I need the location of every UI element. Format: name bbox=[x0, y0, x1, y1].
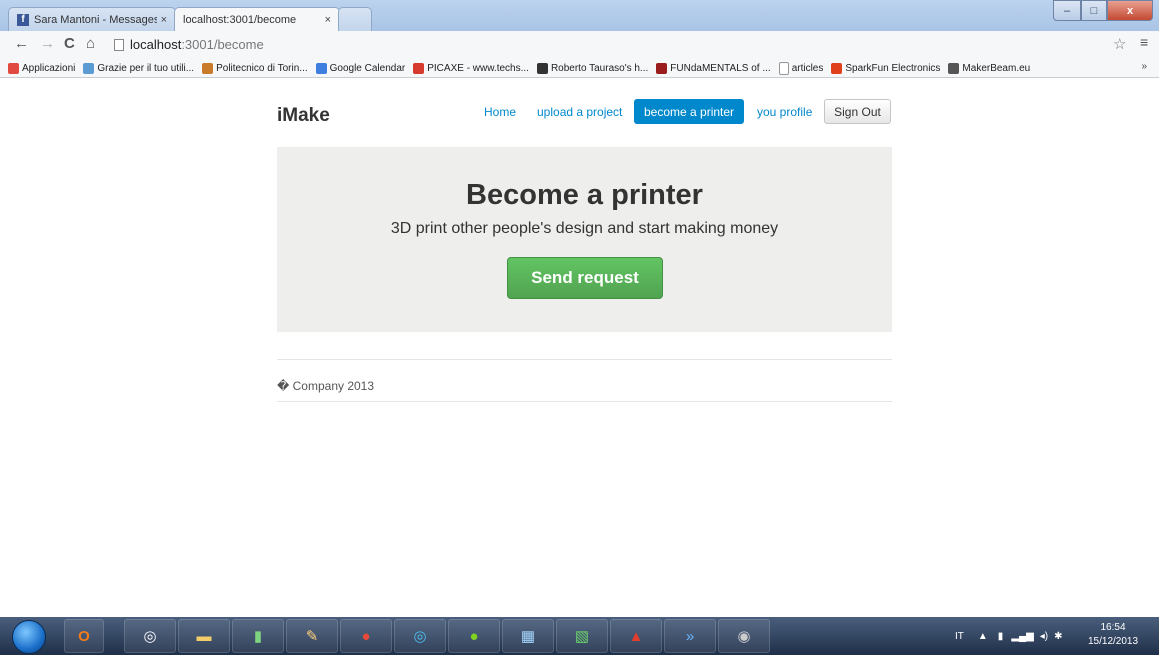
powershell-icon[interactable]: » bbox=[664, 619, 716, 653]
show-hidden-icons-icon[interactable]: ▲ bbox=[978, 631, 988, 642]
explorer-icon[interactable]: ▬ bbox=[178, 619, 230, 653]
spotify-icon[interactable]: ● bbox=[448, 619, 500, 653]
divider bbox=[277, 401, 892, 402]
notepad-icon[interactable]: ▮ bbox=[232, 619, 284, 653]
bookmark-item[interactable]: Google Calendar bbox=[315, 62, 406, 74]
bookmark-icon bbox=[413, 62, 425, 74]
bookmarks-overflow-icon[interactable]: » bbox=[1141, 61, 1147, 72]
close-window-button[interactable]: x bbox=[1107, 0, 1153, 21]
bookmark-label: Politecnico di Torin... bbox=[216, 62, 308, 74]
bookmark-label: Google Calendar bbox=[329, 62, 406, 74]
gimp-icon[interactable]: ◉ bbox=[718, 619, 770, 653]
send-request-button[interactable]: Send request bbox=[507, 257, 663, 299]
bookmark-label: PICAXE - www.techs... bbox=[427, 62, 529, 74]
hero-section: Become a printer 3D print other people's… bbox=[277, 147, 892, 332]
url-host: localhost bbox=[130, 37, 182, 52]
bookmark-item[interactable]: Roberto Tauraso's h... bbox=[536, 62, 649, 74]
sparkfun-icon bbox=[831, 62, 843, 74]
signal-icon[interactable]: ▂▄▆ bbox=[1011, 631, 1033, 642]
office-icon[interactable]: O bbox=[64, 619, 104, 653]
bookmark-label: MakerBeam.eu bbox=[962, 62, 1031, 74]
menu-icon[interactable]: ≡ bbox=[1140, 34, 1148, 50]
bookmark-label: Applicazioni bbox=[22, 62, 76, 74]
browser-toolbar: ← → C ⌂ localhost:3001/become bbox=[0, 31, 1159, 59]
tab-close-icon[interactable]: × bbox=[325, 14, 331, 26]
bookmark-star-icon[interactable]: ☆ bbox=[1113, 35, 1126, 53]
bookmark-item[interactable]: SparkFun Electronics bbox=[831, 62, 941, 74]
language-indicator[interactable]: IT bbox=[955, 631, 964, 642]
clock-time: 16:54 bbox=[1100, 622, 1126, 633]
browser-titlebar: f Sara Mantoni - Messages × localhost:30… bbox=[0, 0, 1159, 99]
apps-icon bbox=[8, 62, 19, 74]
address-bar[interactable]: localhost:3001/become bbox=[110, 34, 1140, 55]
tab-title: Sara Mantoni - Messages bbox=[34, 13, 157, 26]
brand-logo[interactable]: iMake bbox=[277, 105, 330, 127]
taskbar: O ◎ ▬ ▮ ✎ ● ◎ ● ▦ ▧ ▲ » ◉ IT ▲ ▮ ▂▄▆ ◂) … bbox=[0, 617, 1159, 655]
pi-icon bbox=[536, 62, 548, 74]
safari-icon[interactable]: ◎ bbox=[124, 619, 176, 653]
bookmarks-bar: Applicazioni Grazie per il tuo utili... … bbox=[0, 59, 1159, 78]
page-viewport: iMake Home upload a project become a pri… bbox=[0, 78, 1159, 607]
facebook-icon: f bbox=[17, 13, 29, 26]
bookmark-icon bbox=[656, 62, 668, 74]
bookmark-item[interactable]: PICAXE - www.techs... bbox=[413, 62, 529, 74]
bookmark-item[interactable]: Grazie per il tuo utili... bbox=[83, 62, 195, 74]
makerbeam-icon bbox=[948, 62, 960, 74]
footer-copyright: � Company 2013 bbox=[277, 379, 375, 393]
bookmark-icon bbox=[202, 62, 214, 74]
bookmark-label: Grazie per il tuo utili... bbox=[97, 62, 195, 74]
bookmark-item[interactable]: MakerBeam.eu bbox=[948, 62, 1031, 74]
tab-become[interactable]: localhost:3001/become × bbox=[174, 7, 340, 99]
calendar-icon bbox=[315, 62, 327, 74]
system-clock[interactable]: 16:54 15/12/2013 bbox=[1088, 621, 1138, 649]
bookmark-label: Roberto Tauraso's h... bbox=[550, 62, 649, 74]
tab-title: localhost:3001/become bbox=[183, 13, 297, 26]
window-controls: – □ x bbox=[1053, 0, 1153, 21]
tab-close-icon[interactable]: × bbox=[161, 14, 167, 26]
target-icon[interactable]: ◎ bbox=[394, 619, 446, 653]
sync-icon[interactable]: ✱ bbox=[1054, 631, 1062, 642]
nav-become-printer[interactable]: become a printer bbox=[634, 99, 745, 124]
bookmark-item[interactable]: FUNdaMENTALS of ... bbox=[656, 62, 771, 74]
nav-upload-project[interactable]: upload a project bbox=[527, 99, 632, 124]
bookmark-label: FUNdaMENTALS of ... bbox=[670, 62, 771, 74]
reload-icon[interactable]: C bbox=[64, 35, 75, 52]
start-button[interactable] bbox=[12, 620, 46, 654]
bookmark-item[interactable]: Applicazioni bbox=[8, 62, 76, 74]
page-icon bbox=[778, 61, 789, 75]
new-tab-button[interactable] bbox=[338, 7, 372, 31]
paint-icon[interactable]: ✎ bbox=[286, 619, 338, 653]
bookmark-icon bbox=[83, 62, 95, 74]
bookmark-item[interactable]: articles bbox=[778, 61, 824, 75]
forward-icon[interactable]: → bbox=[40, 35, 55, 52]
bookmark-item[interactable]: Politecnico di Torin... bbox=[202, 62, 308, 74]
bookmark-label: articles bbox=[791, 62, 824, 74]
hero-title: Become a printer bbox=[466, 179, 703, 211]
acrobat-icon[interactable]: ▲ bbox=[610, 619, 662, 653]
chrome-icon[interactable]: ● bbox=[340, 619, 392, 653]
network-icon[interactable]: ▮ bbox=[998, 631, 1004, 642]
system-tray: IT ▲ ▮ ▂▄▆ ◂) ✱ bbox=[955, 617, 1063, 655]
minimize-button[interactable]: – bbox=[1053, 0, 1081, 21]
calculator-icon[interactable]: ▦ bbox=[502, 619, 554, 653]
tab-facebook-messages[interactable]: f Sara Mantoni - Messages × bbox=[8, 7, 176, 31]
back-icon[interactable]: ← bbox=[14, 35, 29, 52]
divider bbox=[277, 359, 892, 360]
maximize-button[interactable]: □ bbox=[1081, 0, 1107, 21]
clock-date: 15/12/2013 bbox=[1088, 636, 1139, 647]
home-icon[interactable]: ⌂ bbox=[86, 35, 95, 52]
hero-subtitle: 3D print other people's design and start… bbox=[390, 220, 779, 237]
url-path: :3001/become bbox=[181, 37, 264, 52]
nav-profile[interactable]: you profile bbox=[747, 99, 822, 124]
page-icon bbox=[114, 38, 124, 51]
nav-home[interactable]: Home bbox=[474, 99, 526, 124]
volume-icon[interactable]: ◂) bbox=[1040, 631, 1048, 642]
sign-out-button[interactable]: Sign Out bbox=[824, 99, 891, 124]
excel-icon[interactable]: ▧ bbox=[556, 619, 608, 653]
bookmark-label: SparkFun Electronics bbox=[845, 62, 941, 74]
